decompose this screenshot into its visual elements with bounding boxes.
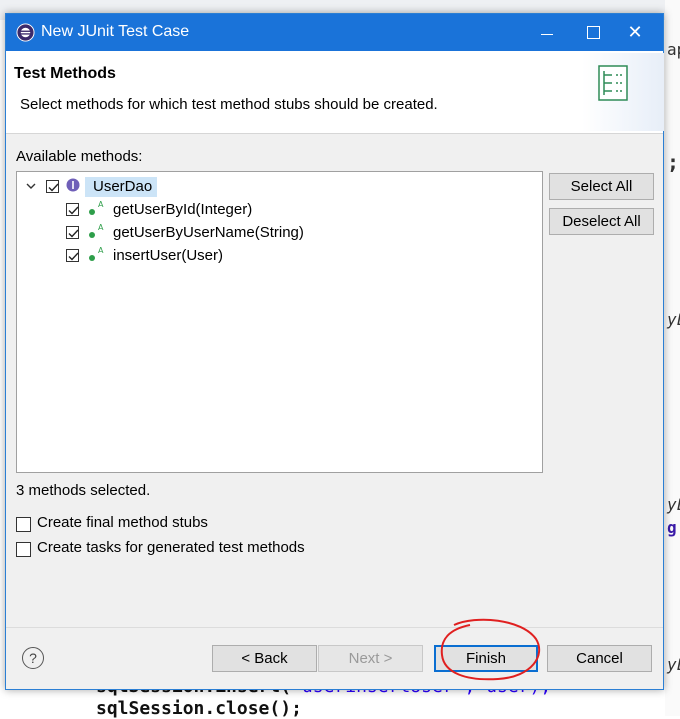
tasks-checkbox[interactable] xyxy=(16,542,31,557)
available-methods-label: Available methods: xyxy=(16,148,143,165)
next-button[interactable]: Next > xyxy=(318,645,423,672)
public-abstract-method-icon: A xyxy=(88,245,106,274)
bg-char: g xyxy=(667,518,677,537)
test-methods-banner-icon xyxy=(598,65,628,101)
red-annotation-circle xyxy=(440,618,541,681)
close-icon: ✕ xyxy=(627,22,643,43)
bg-char: ; xyxy=(667,150,680,174)
tree-node-label: getUserByUserName(String) xyxy=(113,224,304,241)
maximize-icon xyxy=(586,26,600,39)
minimize-button[interactable] xyxy=(524,14,570,51)
method-checkbox[interactable] xyxy=(66,226,79,239)
close-button[interactable]: ✕ xyxy=(612,14,658,51)
window-title: New JUnit Test Case xyxy=(41,23,190,40)
tree-node-label: getUserById(Integer) xyxy=(113,201,253,218)
background-editor-edge: ap ; yL yL g yL xyxy=(665,0,680,716)
tasks-label: Create tasks for generated test methods xyxy=(37,539,305,556)
title-bar[interactable]: New JUnit Test Case ✕ xyxy=(6,14,663,51)
svg-text:A: A xyxy=(98,246,104,255)
new-junit-test-case-dialog: New JUnit Test Case ✕ Test Methods Selec… xyxy=(5,13,664,690)
eclipse-icon xyxy=(16,23,35,42)
interface-icon xyxy=(66,177,80,199)
cancel-button[interactable]: Cancel xyxy=(547,645,652,672)
help-icon[interactable]: ? xyxy=(22,647,44,669)
page-title: Test Methods xyxy=(14,65,116,82)
deselect-all-button[interactable]: Deselect All xyxy=(549,208,654,235)
final-stubs-label: Create final method stubs xyxy=(37,514,208,531)
methods-tree[interactable]: UserDao A getUserById(Integer) A getUser… xyxy=(16,171,543,473)
selection-count: 3 methods selected. xyxy=(16,482,151,499)
tree-node-userdao[interactable]: UserDao xyxy=(17,176,537,198)
page-description: Select methods for which test method stu… xyxy=(20,96,438,113)
back-button[interactable]: < Back xyxy=(212,645,317,672)
minimize-icon xyxy=(541,33,553,35)
footer-divider xyxy=(6,627,663,628)
bg-char: yL xyxy=(667,310,680,329)
tree-node-label: UserDao xyxy=(93,178,153,195)
wizard-banner xyxy=(582,53,664,131)
svg-text:A: A xyxy=(98,200,104,209)
select-all-button[interactable]: Select All xyxy=(549,173,654,200)
bg-char: yL xyxy=(667,655,680,674)
maximize-button[interactable] xyxy=(570,14,616,51)
method-checkbox[interactable] xyxy=(66,249,79,262)
bg-char: ap xyxy=(667,40,680,59)
tree-node-method[interactable]: A getUserByUserName(String) xyxy=(17,222,537,244)
wizard-header: Test Methods Select methods for which te… xyxy=(6,51,664,134)
final-stubs-checkbox[interactable] xyxy=(16,517,31,532)
tree-node-method[interactable]: A getUserById(Integer) xyxy=(17,199,537,221)
userdao-checkbox[interactable] xyxy=(46,180,59,193)
tree-node-method[interactable]: A insertUser(User) xyxy=(17,245,537,267)
bg-char: yL xyxy=(667,495,680,514)
tree-node-label: insertUser(User) xyxy=(113,247,224,264)
svg-text:A: A xyxy=(98,223,104,232)
method-checkbox[interactable] xyxy=(66,203,79,216)
